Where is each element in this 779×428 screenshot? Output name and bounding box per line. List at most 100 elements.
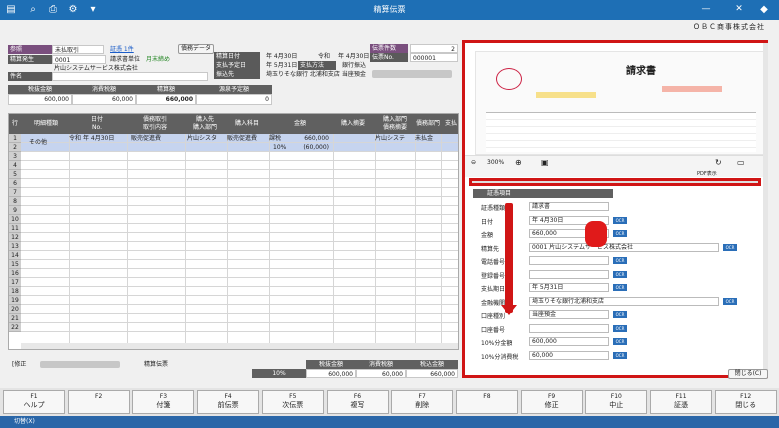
fkey-number: F12 [740, 393, 752, 400]
ocr-badge[interactable]: OCR [613, 257, 627, 264]
fkey-number: F1 [30, 393, 38, 400]
fkey-label: 中止 [609, 401, 624, 409]
bank-value: 埼玉りそな銀行 北浦和支店 当座預金 [266, 71, 366, 78]
row1-vendor[interactable]: 片山シスタ [185, 134, 219, 143]
column-divider [69, 134, 70, 349]
row1-dept2[interactable]: 片山システ [373, 134, 407, 143]
field-value[interactable]: 60,000 [529, 350, 609, 360]
ocr-badge[interactable]: OCR [613, 270, 627, 278]
fkey-f7[interactable]: F7 削除 [391, 390, 454, 414]
field-label: 10%分金額 [481, 340, 513, 347]
fkey-f9[interactable]: F9 修正 [520, 390, 583, 414]
col-amount: 金額 [293, 120, 306, 127]
no-value[interactable]: 000001 [410, 53, 458, 62]
ctax-value: 60,000 [72, 94, 136, 105]
fkey-f10[interactable]: F10 中止 [585, 390, 648, 414]
fkey-f5[interactable]: F5 次伝票 [261, 390, 324, 414]
close-icon[interactable]: ✕ [733, 4, 745, 15]
ocr-badge[interactable]: OCR [723, 243, 737, 251]
ocr-badge[interactable]: OCR [613, 338, 627, 345]
fkey-label: 前伝票 [217, 401, 239, 409]
sum-header-1: 税抜金額 [306, 360, 356, 369]
zoom-in-icon[interactable]: ⊕ [515, 158, 522, 167]
row1-dept[interactable]: 販売促進費 [225, 134, 259, 143]
voucher-link[interactable]: 証憑 1件 [108, 45, 136, 54]
ocr-badge[interactable]: OCR [613, 351, 627, 359]
row-number: 12 [9, 233, 21, 242]
row1-tax: (60,000) [303, 144, 329, 151]
window-icon[interactable]: ▭ [737, 158, 745, 167]
field-value[interactable]: 当座預金 [529, 310, 609, 319]
fkey-label: 次伝票 [282, 401, 304, 409]
field-value[interactable]: 600,000 [529, 337, 609, 346]
fkey-f1[interactable]: F1 ヘルプ [3, 390, 65, 414]
field-value[interactable] [529, 323, 609, 333]
fkey-number: F6 [353, 393, 362, 400]
fkey-f12[interactable]: F12 閉じる [714, 390, 777, 414]
reiwa-date[interactable]: 年 4月30日 [336, 52, 371, 61]
row-divider [21, 322, 458, 323]
app-window: ▤ ⌕ ⎙ ⚙ ▾ 精算伝票 — ✕ ◆ ＯＢＣ商事株式会社 参照 未払取引 証… [0, 0, 779, 428]
field-value[interactable]: 0001 片山システムサービス株式会社 [529, 242, 719, 252]
ocr-badge[interactable]: OCR [613, 284, 627, 291]
bank-label: 振込先 [214, 70, 260, 79]
horizontal-scrollbar[interactable] [21, 343, 458, 349]
ocr-badge[interactable]: OCR [613, 216, 627, 224]
section-header[interactable]: 証憑項目 [473, 189, 613, 198]
due-value[interactable]: 年 5月31日 [264, 61, 299, 70]
ocr-badge[interactable]: OCR [723, 297, 737, 305]
field-value[interactable] [529, 256, 609, 265]
col-date: 日付 [90, 116, 103, 123]
row-divider [21, 277, 458, 278]
preview-scrollbar[interactable] [763, 43, 768, 373]
blurred-mode [40, 361, 120, 368]
fkey-f11[interactable]: F11 証憑 [650, 390, 712, 414]
fkey-f6[interactable]: F6 複写 [326, 390, 389, 414]
row1-content[interactable]: 販売促進費 [129, 134, 163, 143]
row1-amount[interactable]: 660,000 [299, 134, 331, 143]
minimize-icon[interactable]: — [700, 4, 712, 15]
field-value[interactable] [529, 269, 609, 279]
fkey-label: 証憑 [674, 401, 688, 409]
field-value[interactable]: 請求書 [529, 202, 609, 211]
ocr-badge[interactable]: OCR [613, 311, 627, 318]
field-value[interactable]: 埼玉りそな銀行北浦和支店 [529, 296, 719, 306]
fkey-f3[interactable]: F3 付箋 [132, 390, 195, 414]
row1-date[interactable]: 年 4月30日 [81, 134, 116, 143]
subject-input[interactable] [52, 72, 208, 81]
row1-status[interactable]: 未払金 [413, 134, 435, 143]
close-preview-button[interactable]: 閉じる(C) [728, 369, 768, 379]
switch-button[interactable]: 切替(X) [14, 418, 35, 425]
splitter-bar[interactable] [469, 178, 761, 186]
title-bar: ▤ ⌕ ⎙ ⚙ ▾ 精算伝票 — ✕ ◆ [0, 0, 779, 20]
row-divider [21, 151, 458, 152]
row1-type[interactable]: その他 [27, 138, 49, 147]
field-label: 10%分消費税 [481, 353, 519, 361]
row-number: 10 [9, 215, 21, 224]
sum-2: 60,000 [356, 369, 406, 378]
fit-icon[interactable]: ▣ [541, 158, 549, 167]
fkey-f2[interactable]: F2 [67, 390, 130, 414]
field-value[interactable]: 年 5月31日 [529, 283, 609, 292]
method-label: 支払方法 [298, 61, 336, 70]
detail-grid[interactable]: 行 明細種類 日付 No. 債務取引 取引内容 購入先 購入部門 購入科目 金額… [8, 113, 459, 350]
row-divider [21, 304, 458, 305]
row-divider [21, 313, 458, 314]
fkey-number: F3 [159, 393, 168, 400]
method-value[interactable]: 銀行振込 [340, 61, 368, 70]
row-divider [21, 259, 458, 260]
ref-select[interactable]: 未払取引 [52, 45, 104, 54]
ocr-badge[interactable]: OCR [613, 230, 627, 237]
dest-code-input[interactable]: 0001 [52, 55, 106, 64]
fkey-f8[interactable]: F8 [455, 390, 518, 414]
rotate-icon[interactable]: ↻ [715, 158, 722, 167]
column-divider [127, 134, 128, 349]
zoom-out-icon[interactable]: ⊖ [471, 159, 476, 166]
invoice-image[interactable]: 請求書 [475, 51, 765, 155]
date-value[interactable]: 年 4月30日 [264, 52, 299, 61]
ocr-badge[interactable]: OCR [613, 324, 627, 332]
voucher-data-button[interactable]: 債務データ [178, 44, 214, 54]
fkey-f4[interactable]: F4 前伝票 [197, 390, 260, 414]
pdf-label[interactable]: PDF表示 [697, 170, 717, 177]
col-acct: 購入科目 [234, 120, 259, 127]
